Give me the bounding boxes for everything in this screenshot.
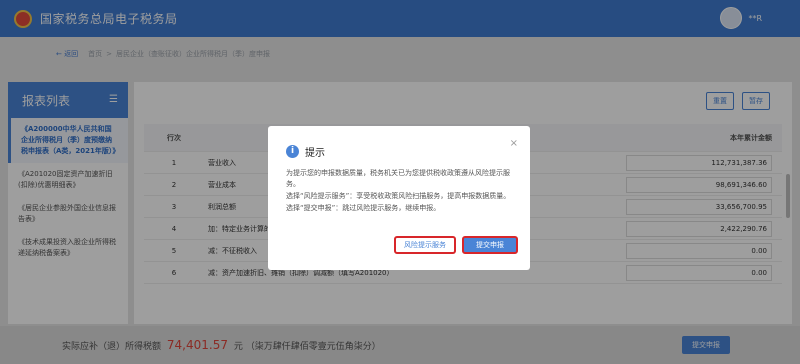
risk-prompt-dialog: i 提示 × 为提示您的申报数据质量，税务机关已为您提供税收政策遵从风险提示服务…	[268, 126, 530, 270]
dialog-line: 选择“提交申报”：跳过风险提示服务，继续申报。	[286, 204, 441, 212]
dialog-header: i 提示	[286, 144, 325, 159]
dialog-message: 为提示您的申报数据质量，税务机关已为您提供税收政策遵从风险提示服务。 选择“风险…	[286, 168, 522, 215]
close-icon[interactable]: ×	[510, 138, 518, 149]
dialog-line: 选择“风险提示服务”：享受税收政策风险扫描服务，提高申报数据质量。	[286, 192, 511, 200]
submit-declaration-button[interactable]: 提交申报	[462, 236, 518, 254]
info-icon: i	[286, 145, 299, 158]
dialog-line: 为提示您的申报数据质量，税务机关已为您提供税收政策遵从风险提示服务。	[286, 169, 510, 188]
dialog-title: 提示	[305, 148, 325, 159]
risk-service-button[interactable]: 风险提示服务	[394, 236, 456, 254]
